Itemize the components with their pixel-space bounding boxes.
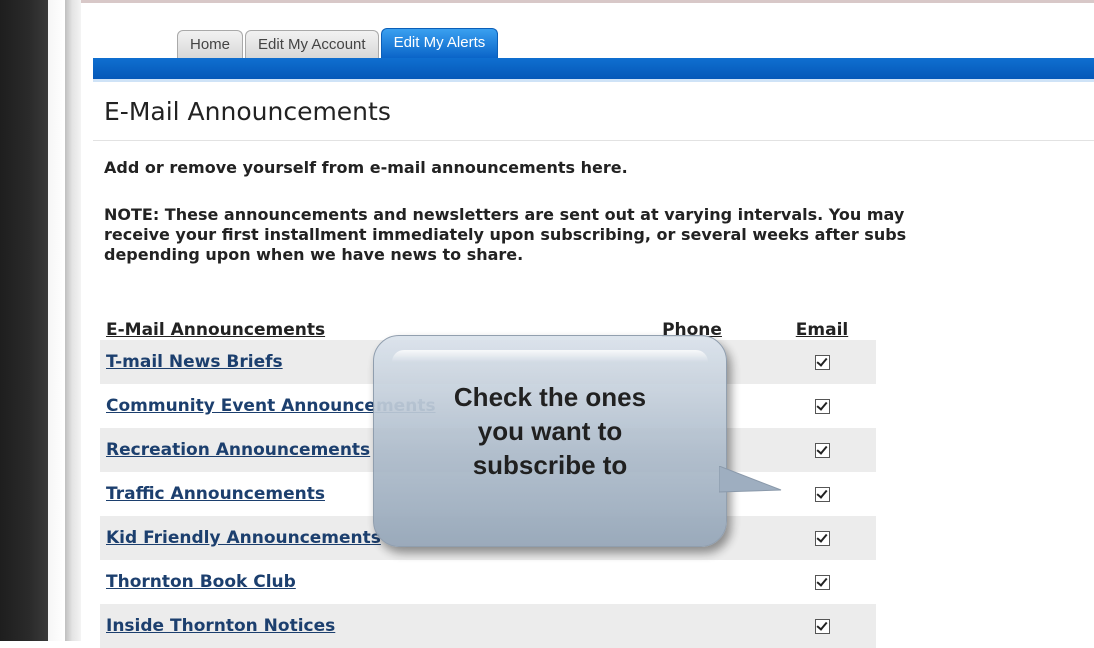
callout-line: Check the ones (453, 382, 647, 412)
email-cell (768, 560, 876, 604)
tab-bar (93, 58, 1094, 79)
callout-highlight (392, 350, 708, 362)
email-checkbox[interactable] (814, 530, 830, 546)
email-checkbox[interactable] (814, 618, 830, 634)
left-dark-sidebar (0, 0, 48, 641)
phone-cell (616, 604, 768, 648)
announcement-link[interactable]: Inside Thornton Notices (106, 616, 335, 636)
header-email: Email (795, 320, 849, 340)
announcement-link[interactable]: Kid Friendly Announcements (106, 528, 381, 548)
email-checkbox[interactable] (814, 574, 830, 590)
note-line: NOTE: These announcements and newsletter… (104, 205, 905, 224)
instruction-callout: Check the ones you want to subscribe to (373, 335, 727, 547)
note-line: receive your first installment immediate… (104, 225, 907, 244)
note-text: NOTE: These announcements and newsletter… (104, 205, 1094, 265)
email-checkbox[interactable] (814, 354, 830, 370)
note-line: depending upon when we have news to shar… (104, 245, 524, 264)
email-checkbox[interactable] (814, 486, 830, 502)
tab-strip: Home Edit My Account Edit My Alerts (177, 28, 499, 58)
table-row: Inside Thornton Notices (100, 604, 876, 648)
tab-edit-my-account[interactable]: Edit My Account (245, 30, 379, 58)
callout-line: subscribe to (472, 450, 628, 480)
email-cell (768, 604, 876, 648)
announcement-cell: Inside Thornton Notices (100, 604, 616, 648)
announcement-link[interactable]: Thornton Book Club (106, 572, 296, 592)
email-checkbox[interactable] (814, 442, 830, 458)
intro-text: Add or remove yourself from e-mail annou… (104, 158, 628, 177)
top-rule (81, 0, 1094, 3)
tab-bar-underline (93, 79, 1094, 82)
page-title: E-Mail Announcements (104, 97, 391, 126)
announcement-link[interactable]: Recreation Announcements (106, 440, 370, 460)
callout-text: Check the ones you want to subscribe to (374, 380, 726, 482)
email-cell (768, 516, 876, 560)
announcement-link[interactable]: Traffic Announcements (106, 484, 325, 504)
table-row: Thornton Book Club (100, 560, 876, 604)
email-cell (768, 340, 876, 384)
left-border-line (65, 0, 81, 641)
left-gap (48, 0, 65, 641)
email-checkbox[interactable] (814, 398, 830, 414)
callout-line: you want to (477, 416, 623, 446)
announcement-cell: Thornton Book Club (100, 560, 616, 604)
callout-pointer-shape (719, 466, 782, 493)
phone-cell (616, 560, 768, 604)
tab-home[interactable]: Home (177, 30, 244, 58)
email-cell (768, 384, 876, 428)
tab-edit-my-alerts[interactable]: Edit My Alerts (380, 28, 499, 58)
title-divider (93, 140, 1094, 141)
announcement-link[interactable]: T-mail News Briefs (106, 352, 283, 372)
